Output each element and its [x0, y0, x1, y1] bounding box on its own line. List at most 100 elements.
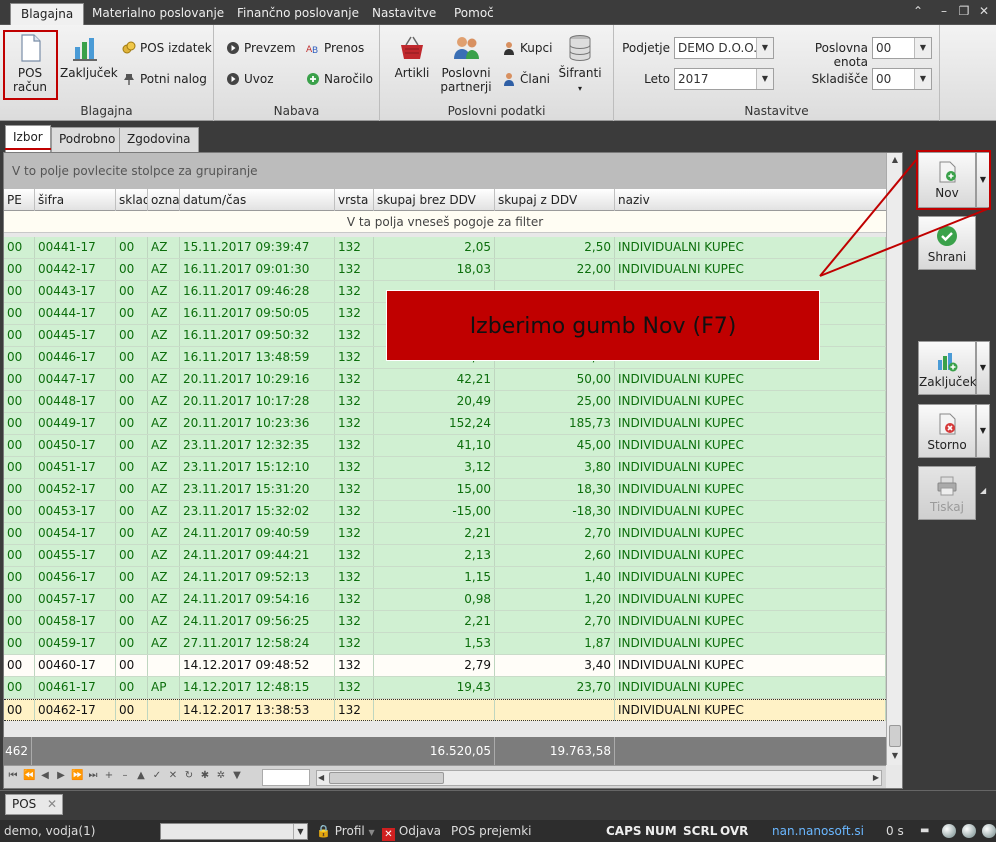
site-link[interactable]: nan.nanosoft.si [772, 820, 864, 842]
last-record-icon[interactable]: ⏭ [87, 770, 99, 781]
post-record-icon[interactable]: ✓ [151, 770, 163, 781]
prev-page-icon[interactable]: ⏪ [23, 770, 35, 781]
column-header-oznaka[interactable]: oznal [148, 189, 180, 211]
table-row[interactable]: 00 00457-17 00 AZ 24.11.2017 09:54:16 132 0,98… [4, 589, 886, 611]
table-row[interactable]: 00 00456-17 00 AZ 24.11.2017 09:52:13 132 1,15… [4, 567, 886, 589]
filter-row[interactable]: V ta polja vneseš pogoje za filter [4, 211, 886, 233]
scroll-down-icon[interactable]: ▼ [887, 751, 902, 760]
close-tab-icon[interactable]: ✕ [47, 795, 57, 814]
menu-tab-pomoc[interactable]: Pomoč [444, 3, 504, 25]
leto-select[interactable]: 2017 ▼ [674, 68, 774, 90]
artikli-button[interactable]: Artikli [390, 33, 434, 80]
table-row[interactable]: 00 00462-17 00 14.12.2017 13:38:53 132 INDIVI… [4, 699, 886, 721]
table-row[interactable]: 00 00449-17 00 AZ 20.11.2017 10:23:36 132 152,… [4, 413, 886, 435]
clani-button[interactable]: Člani [502, 70, 550, 88]
profil-button[interactable]: 🔒 Profil ▼ [316, 820, 375, 842]
table-row[interactable]: 00 00454-17 00 AZ 24.11.2017 09:40:59 132 2,21… [4, 523, 886, 545]
zakljucek-dropdown-button[interactable]: ▼ [976, 341, 990, 395]
vertical-scrollbar[interactable]: ▲ ▼ [886, 153, 902, 765]
table-row[interactable]: 00 00453-17 00 AZ 23.11.2017 15:32:02 132 -15,… [4, 501, 886, 523]
scroll-up-icon[interactable]: ▲ [887, 155, 902, 164]
table-row[interactable]: 00 00441-17 00 AZ 15.11.2017 09:39:47 132 2,05… [4, 237, 886, 259]
table-row[interactable]: 00 00448-17 00 AZ 20.11.2017 10:17:28 132 20,4… [4, 391, 886, 413]
cancel-edit-icon[interactable]: ✕ [167, 770, 179, 781]
table-row[interactable]: 00 00459-17 00 AZ 27.11.2017 12:58:24 132 1,53… [4, 633, 886, 655]
column-header-skupaj-z-ddv[interactable]: skupaj z DDV [495, 189, 615, 211]
close-icon[interactable]: ✕ [976, 3, 992, 19]
next-record-icon[interactable]: ▶ [55, 770, 67, 781]
odjava-button[interactable]: ✕ Odjava [382, 820, 441, 842]
menu-tab-materialno-poslovanje[interactable]: Materialno poslovanje [82, 3, 234, 25]
collapse-ribbon-icon[interactable]: ⌃ [910, 3, 926, 19]
record-number-field[interactable] [262, 769, 310, 786]
tab-izbor[interactable]: Izbor [5, 125, 51, 152]
table-row[interactable]: 00 00450-17 00 AZ 23.11.2017 12:32:35 132 41,1… [4, 435, 886, 457]
storno-button[interactable]: Storno [918, 404, 976, 458]
scroll-left-icon[interactable]: ◀ [318, 773, 324, 782]
shrani-button[interactable]: Shrani [918, 216, 976, 270]
pos-izdatek-button[interactable]: POS izdatek [122, 39, 212, 57]
restore-icon[interactable]: ❐ [956, 3, 972, 19]
sifranti-button[interactable]: Šifranti ▾ [558, 33, 602, 96]
first-record-icon[interactable]: ⏮ [7, 770, 19, 781]
table-row[interactable]: 00 00461-17 00 AP 14.12.2017 12:48:15 132 19,4… [4, 677, 886, 699]
column-header-pe[interactable]: PE [4, 189, 35, 211]
narocilo-button[interactable]: Naročilo [306, 70, 373, 88]
column-header-sifra[interactable]: šifra [35, 189, 116, 211]
potni-nalog-button[interactable]: Potni nalog [122, 70, 207, 88]
vertical-scroll-thumb[interactable] [889, 725, 901, 747]
horizontal-scroll-thumb[interactable] [329, 772, 444, 784]
menu-tab-financno-poslovanje[interactable]: Finančno poslovanje [227, 3, 369, 25]
menu-tab-nastavitve[interactable]: Nastavitve [362, 3, 446, 25]
next-page-icon[interactable]: ⏩ [71, 770, 83, 781]
tab-zgodovina[interactable]: Zgodovina [119, 127, 199, 152]
goto-bookmark-icon[interactable]: ✲ [215, 770, 227, 781]
filter-icon[interactable]: ▼ [231, 770, 243, 781]
table-row[interactable]: 00 00442-17 00 AZ 16.11.2017 09:01:30 132 18,0… [4, 259, 886, 281]
table-row[interactable]: 00 00452-17 00 AZ 23.11.2017 15:31:20 132 15,0… [4, 479, 886, 501]
status-select[interactable]: ▼ [160, 823, 308, 840]
column-header-skupaj-brez-ddv[interactable]: skupaj brez DDV [374, 189, 495, 211]
bookmark-icon[interactable]: ✱ [199, 770, 211, 781]
prenos-button[interactable]: A B Prenos [306, 39, 364, 57]
prev-record-icon[interactable]: ◀ [39, 770, 51, 781]
column-header-naziv[interactable]: naziv [615, 189, 886, 211]
storno-dropdown-button[interactable]: ▼ [976, 404, 990, 458]
scroll-right-icon[interactable]: ▶ [873, 773, 879, 782]
column-header-datum[interactable]: datum/čas [180, 189, 335, 211]
podjetje-select[interactable]: DEMO D.O.O. ▼ [674, 37, 774, 59]
table-row[interactable]: 00 00447-17 00 AZ 20.11.2017 10:29:16 132 42,2… [4, 369, 886, 391]
group-by-panel[interactable]: V to polje povlecite stolpce za grupiran… [4, 153, 886, 189]
doc-tab-pos[interactable]: POS ✕ [5, 794, 63, 815]
tiskaj-button[interactable]: Tiskaj [918, 466, 976, 520]
uvoz-button[interactable]: Uvoz [226, 70, 274, 88]
tab-podrobno[interactable]: Podrobno [51, 127, 124, 152]
table-row[interactable]: 00 00451-17 00 AZ 23.11.2017 15:12:10 132 3,12… [4, 457, 886, 479]
minimize-icon[interactable]: – [936, 3, 952, 19]
table-row[interactable]: 00 00455-17 00 AZ 24.11.2017 09:44:21 132 2,13… [4, 545, 886, 567]
zakljucek-ribbon-button[interactable]: Zaključek [60, 33, 118, 80]
cell-sklad: 00 [116, 391, 148, 412]
tiskaj-dropdown-icon[interactable]: ◢ [980, 486, 986, 495]
refresh-icon[interactable]: ↻ [183, 770, 195, 781]
edit-record-icon[interactable]: ▲ [135, 770, 147, 781]
ribbon: POS račun Zaključek POS izdatek Potni na… [0, 25, 996, 121]
minimize-window-icon[interactable]: ▬ [920, 820, 929, 842]
table-row[interactable]: 00 00458-17 00 AZ 24.11.2017 09:56:25 132 2,21… [4, 611, 886, 633]
poslovna-enota-select[interactable]: 00 ▼ [872, 37, 932, 59]
cell-sklad: 00 [116, 589, 148, 610]
insert-record-icon[interactable]: + [103, 770, 115, 781]
column-header-sklad[interactable]: sklad [116, 189, 148, 211]
table-row[interactable]: 00 00460-17 00 14.12.2017 09:48:52 132 2,79 3,… [4, 655, 886, 677]
column-header-vrsta[interactable]: vrsta [335, 189, 374, 211]
prevzem-button[interactable]: Prevzem [226, 39, 296, 57]
zakljucek-button[interactable]: Zaključek [918, 341, 977, 395]
skladisce-select[interactable]: 00 ▼ [872, 68, 932, 90]
menu-tab-blagajna[interactable]: Blagajna [10, 3, 85, 25]
poslovni-partnerji-button[interactable]: Poslovni partnerji [438, 33, 494, 94]
kupci-button[interactable]: Kupci [502, 39, 552, 57]
horizontal-scrollbar[interactable]: ◀ ▶ [316, 770, 882, 786]
cell-oznaka: AZ [148, 347, 180, 368]
delete-record-icon[interactable]: – [119, 770, 131, 781]
cell-pe: 00 [4, 611, 35, 632]
